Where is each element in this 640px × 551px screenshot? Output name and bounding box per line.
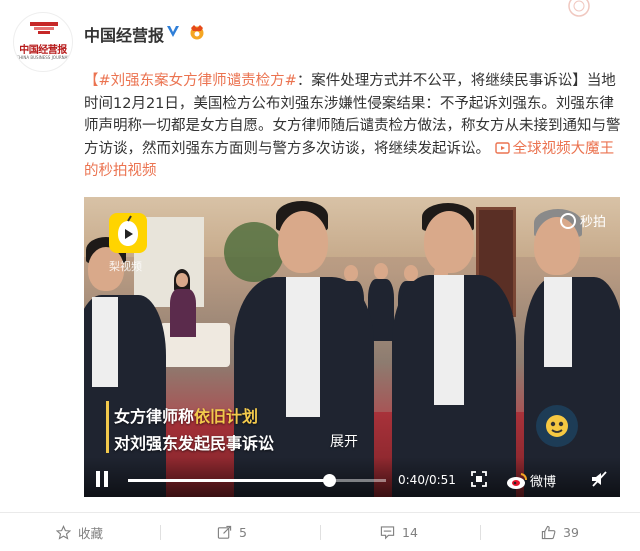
weibo-watermark-text: 微博 — [530, 475, 557, 490]
comment-icon — [380, 526, 395, 540]
username[interactable]: 中国经营报 — [84, 22, 164, 46]
caption-line-1-text: 女方律师称 — [114, 407, 195, 426]
caption-line-1: 女方律师称依旧计划 — [114, 403, 258, 427]
caption-line-2: 对刘强东发起民事诉讼 — [114, 434, 275, 453]
weibo-logo-icon — [507, 472, 527, 489]
progress-fill — [128, 479, 330, 482]
miaopai-circle-icon — [559, 212, 576, 229]
caption-accent-bar — [106, 401, 109, 453]
weibo-watermark: 微博 — [506, 471, 556, 490]
miaopai-logo: 秒拍 — [559, 211, 606, 230]
mascot-button[interactable] — [536, 405, 578, 447]
avatar[interactable]: 中国经营报 CHINA BUSINESS JOURNAL — [13, 12, 73, 72]
video-controls: 0:40/0:51 微博 — [84, 457, 620, 497]
repost-count: 5 — [239, 525, 247, 540]
expand-button[interactable]: 展开 — [330, 431, 358, 451]
separator — [320, 525, 321, 540]
person-right — [524, 207, 620, 497]
video-link-icon — [494, 141, 510, 154]
separator — [480, 525, 481, 540]
pear-video-logo-icon — [109, 213, 147, 253]
member-badge-icon[interactable] — [188, 24, 206, 40]
separator — [160, 525, 161, 540]
topic-tag[interactable]: 【#刘强东案女方律师谴责检方# — [84, 73, 297, 89]
repost-icon — [217, 525, 232, 539]
action-bar: 收藏 5 14 39 — [0, 512, 640, 551]
fullscreen-window-icon[interactable] — [470, 470, 488, 488]
favorite-button[interactable]: 收藏 — [56, 513, 103, 551]
comment-count: 14 — [402, 525, 418, 540]
progress-bar[interactable] — [128, 474, 386, 487]
video-player[interactable]: 梨视频 秒拍 女方律师称依旧计划 对刘强东发起民事诉讼 展开 0:40/0:51… — [84, 197, 620, 497]
pear-video-text: 梨视频 — [109, 260, 142, 273]
avatar-logo-name: 中国经营报 — [19, 45, 67, 56]
comment-button[interactable]: 14 — [380, 513, 418, 551]
thumbs-up-icon — [541, 525, 556, 540]
post-text: 【#刘强东案女方律师谴责检方#：案件处理方式并不公平，将继续民事诉讼】当地时间1… — [84, 70, 624, 183]
like-count: 39 — [563, 525, 579, 540]
repost-button[interactable]: 5 — [217, 513, 247, 551]
post-headline-rest: ：案件处理方式并不公平，将继续民事诉讼】 — [296, 73, 587, 89]
miaopai-logo-text: 秒拍 — [579, 215, 606, 230]
star-icon — [56, 525, 71, 540]
person-center-right — [392, 199, 522, 497]
caption-line-1-highlight: 依旧计划 — [194, 407, 259, 426]
verified-icon — [167, 26, 179, 37]
newspaper-logo-icon — [30, 22, 58, 34]
time-label: 0:40/0:51 — [398, 473, 456, 487]
favorite-label: 收藏 — [78, 526, 104, 541]
avatar-logo-subtitle: CHINA BUSINESS JOURNAL — [16, 55, 70, 60]
progress-knob[interactable] — [323, 474, 337, 487]
volume-muted-icon[interactable] — [590, 470, 608, 488]
weibo-post-card: 中国经营报 CHINA BUSINESS JOURNAL 中国经营报 【#刘强东… — [0, 0, 640, 551]
pause-icon[interactable] — [95, 471, 109, 487]
mascot-icon — [546, 415, 568, 437]
like-button[interactable]: 39 — [541, 513, 579, 551]
decoration-icon — [568, 0, 590, 17]
